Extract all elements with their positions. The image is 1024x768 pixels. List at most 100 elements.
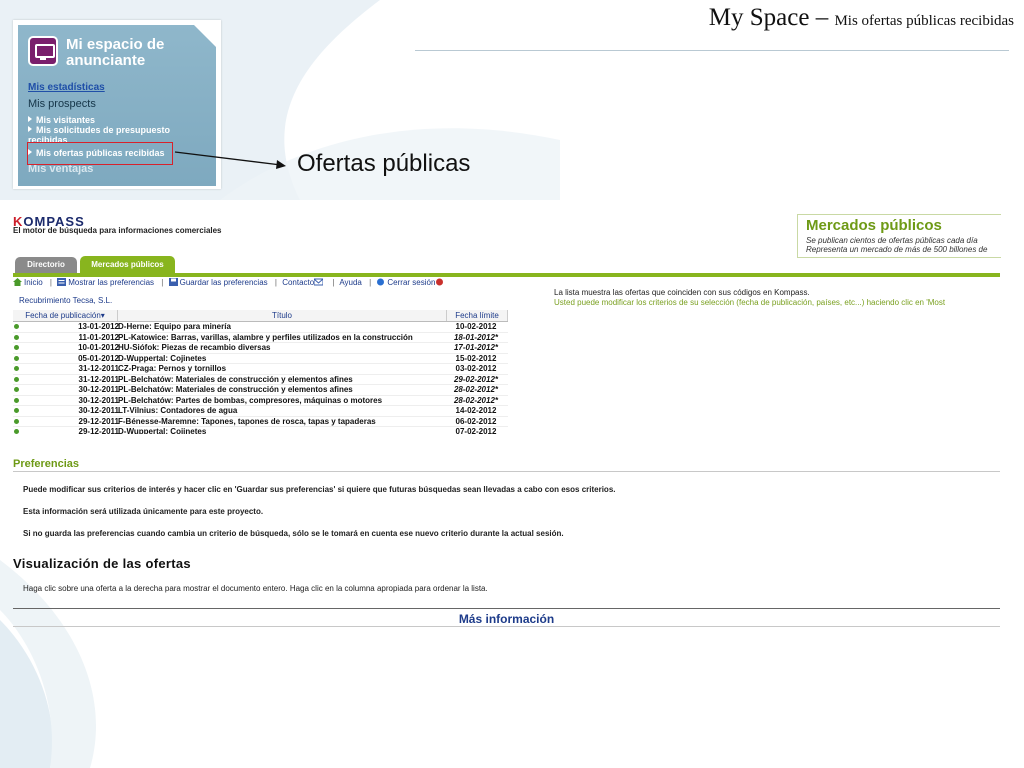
offer-title[interactable]: D-Herne: Equipo para minería [118,322,443,332]
offer-date: 10-01-2012 [78,343,119,352]
table-row[interactable]: 30-12-2011 PL-Belchatów: Materiales de co… [13,385,508,396]
toolbar-mostrar-preferencias[interactable]: Mostrar las preferencias [57,278,156,287]
table-row[interactable]: 11-01-2012 PL-Katowice: Barras, varillas,… [13,332,508,343]
home-icon [13,278,22,286]
more-info-bottom-divider [13,626,1000,627]
offer-limit: 06-02-2012 [455,416,497,426]
offer-limit: 10-02-2012 [455,322,497,331]
offer-date: 05-01-2012 [78,353,119,363]
table-row[interactable]: 30-12-2011 LT-Vilnius: Contadores de agua… [13,406,508,417]
bullet-icon [14,334,19,340]
tab-mercados-publicos[interactable]: Mercados públicos [80,256,175,273]
banner-description: Se publican cientos de ofertas públicas … [806,236,988,254]
preferences-heading: Preferencias [13,458,80,470]
offer-date: 31-12-2011 [78,364,119,373]
offer-limit: 03-02-2012 [455,364,497,373]
offer-date: 31-12-2011 [78,374,119,384]
table-row[interactable]: 30-12-2011 PL-Belchatów: Partes de bombas… [13,395,508,406]
offer-title[interactable]: D-Wuppertal: Cojinetes [118,427,443,434]
slide-title-sub: Mis ofertas públicas recibidas [834,13,1014,29]
offer-limit: 14-02-2012 [455,406,497,415]
offer-limit: 29-02-2012* [453,374,499,384]
offer-limit: 15-02-2012 [455,353,497,363]
table-row[interactable]: 13-01-2012 D-Herne: Equipo para minería 10… [13,322,508,333]
col-header-title[interactable]: Título [118,310,447,321]
preferences-text-2: Esta información será utilizada únicamen… [23,507,264,516]
monitor-icon [28,36,58,66]
save-icon [168,278,178,286]
offer-limit: 18-01-2012* [453,332,499,342]
highlight-box [27,142,173,165]
bullet-icon [14,345,19,350]
offer-title[interactable]: PL-Katowice: Barras, varillas, alambre y… [118,333,443,343]
visualization-heading: Visualización de las ofertas [13,556,191,571]
offer-title[interactable]: PL-Belchatów: Materiales de construcción… [118,375,443,385]
table-row[interactable]: 29-12-2011 D-Wuppertal: Cojinetes 07-02-20… [13,427,508,434]
offers-table: Fecha de publicación▾ Título Fecha límit… [13,310,508,434]
offer-title[interactable]: HU-Siófok: Piezas de recambio diversas [118,343,443,353]
toolbar-inicio[interactable]: Inicio [13,278,45,287]
tab-directorio[interactable]: Directorio [15,257,77,273]
toolbar-cerrar-sesion[interactable]: Cerrar sesión [376,278,446,287]
slide-title-main: My Space [708,4,810,31]
slide-title: My Space – Mis ofertas públicas recibida… [709,4,1014,32]
title-divider [415,50,1009,51]
offer-title[interactable]: CZ-Praga: Pernos y tornillos [118,364,443,374]
triangle-bullet-icon [28,116,32,122]
offer-date: 29-12-2011 [78,416,119,426]
slide-title-dash: – [815,4,829,31]
company-name: Recubrimiento Tecsa, S.L. [19,296,113,305]
more-info-top-divider [13,608,1000,609]
offer-title[interactable]: PL-Belchatów: Partes de bombas, compreso… [118,396,443,406]
bullet-icon [14,366,19,371]
callout-label: Ofertas públicas [297,150,471,177]
table-row[interactable]: 31-12-2011 PL-Belchatów: Materiales de co… [13,374,508,385]
visitors-link[interactable]: Mis visitantes [28,115,95,125]
advertiser-panel-title: Mi espacio de anunciante [66,36,165,69]
offer-date: 30-12-2011 [78,406,119,415]
preferences-text-1: Puede modificar sus criterios de interés… [23,485,616,494]
offer-date: 30-12-2011 [78,395,119,405]
table-row[interactable]: 05-01-2012 D-Wuppertal: Cojinetes 15-02-20… [13,353,508,364]
offer-title[interactable]: PL-Belchatów: Materiales de construcción… [118,385,443,395]
offer-limit: 28-02-2012* [453,385,499,394]
list-info-text: La lista muestra las ofertas que coincid… [554,288,810,297]
public-markets-banner[interactable]: Mercados públicos Se publican cientos de… [797,214,1001,258]
bullet-icon [14,408,19,413]
bullet-icon [14,418,19,424]
toolbar-guardar-preferencias[interactable]: Guardar las preferencias [168,278,270,287]
col-header-limit[interactable]: Fecha límite [447,310,508,321]
offer-date: 29-12-2011 [78,427,119,434]
kompass-tagline: El motor de búsqueda para informaciones … [13,226,222,235]
bullet-icon [14,376,19,382]
envelope-icon [314,278,324,286]
offer-title[interactable]: F-Bénesse-Maremne: Tapones, tapones de r… [118,417,443,427]
col-header-date[interactable]: Fecha de publicación▾ [13,310,118,321]
bullet-icon [14,324,19,329]
bullet-icon [14,429,19,434]
offer-limit: 07-02-2012 [455,427,497,434]
offer-title[interactable]: D-Wuppertal: Cojinetes [118,354,443,364]
triangle-bullet-icon [28,126,32,132]
list-modify-hint: Usted puede modificar los criterios de s… [554,298,946,307]
close-icon [436,278,444,286]
callout-arrow [174,151,286,169]
prospects-heading: Mis prospects [28,98,96,110]
toolbar-contacto[interactable]: Contacto [282,278,327,287]
toolbar-ayuda[interactable]: Ayuda [339,278,362,287]
bullet-icon [14,355,19,361]
offer-title[interactable]: LT-Vilnius: Contadores de agua [118,406,443,416]
table-row[interactable]: 29-12-2011 F-Bénesse-Maremne: Tapones, ta… [13,416,508,427]
offers-table-header: Fecha de publicación▾ Título Fecha límit… [13,310,508,322]
table-row[interactable]: 10-01-2012 HU-Siófok: Piezas de recambio … [13,343,508,354]
list-icon [57,278,67,286]
more-info-link[interactable]: Más información [13,612,1000,626]
visualization-text: Haga clic sobre una oferta a la derecha … [23,584,488,593]
tab-bar-underline [13,273,1000,277]
bullet-icon [14,397,19,403]
preferences-text-3: Si no guarda las preferencias cuando cam… [23,529,564,538]
stats-link[interactable]: Mis estadísticas [28,82,105,93]
offer-date: 13-01-2012 [78,322,119,331]
table-row[interactable]: 31-12-2011 CZ-Praga: Pernos y tornillos 03… [13,364,508,375]
toolbar: Inicio | Mostrar las preferencias | Guar… [13,278,448,287]
